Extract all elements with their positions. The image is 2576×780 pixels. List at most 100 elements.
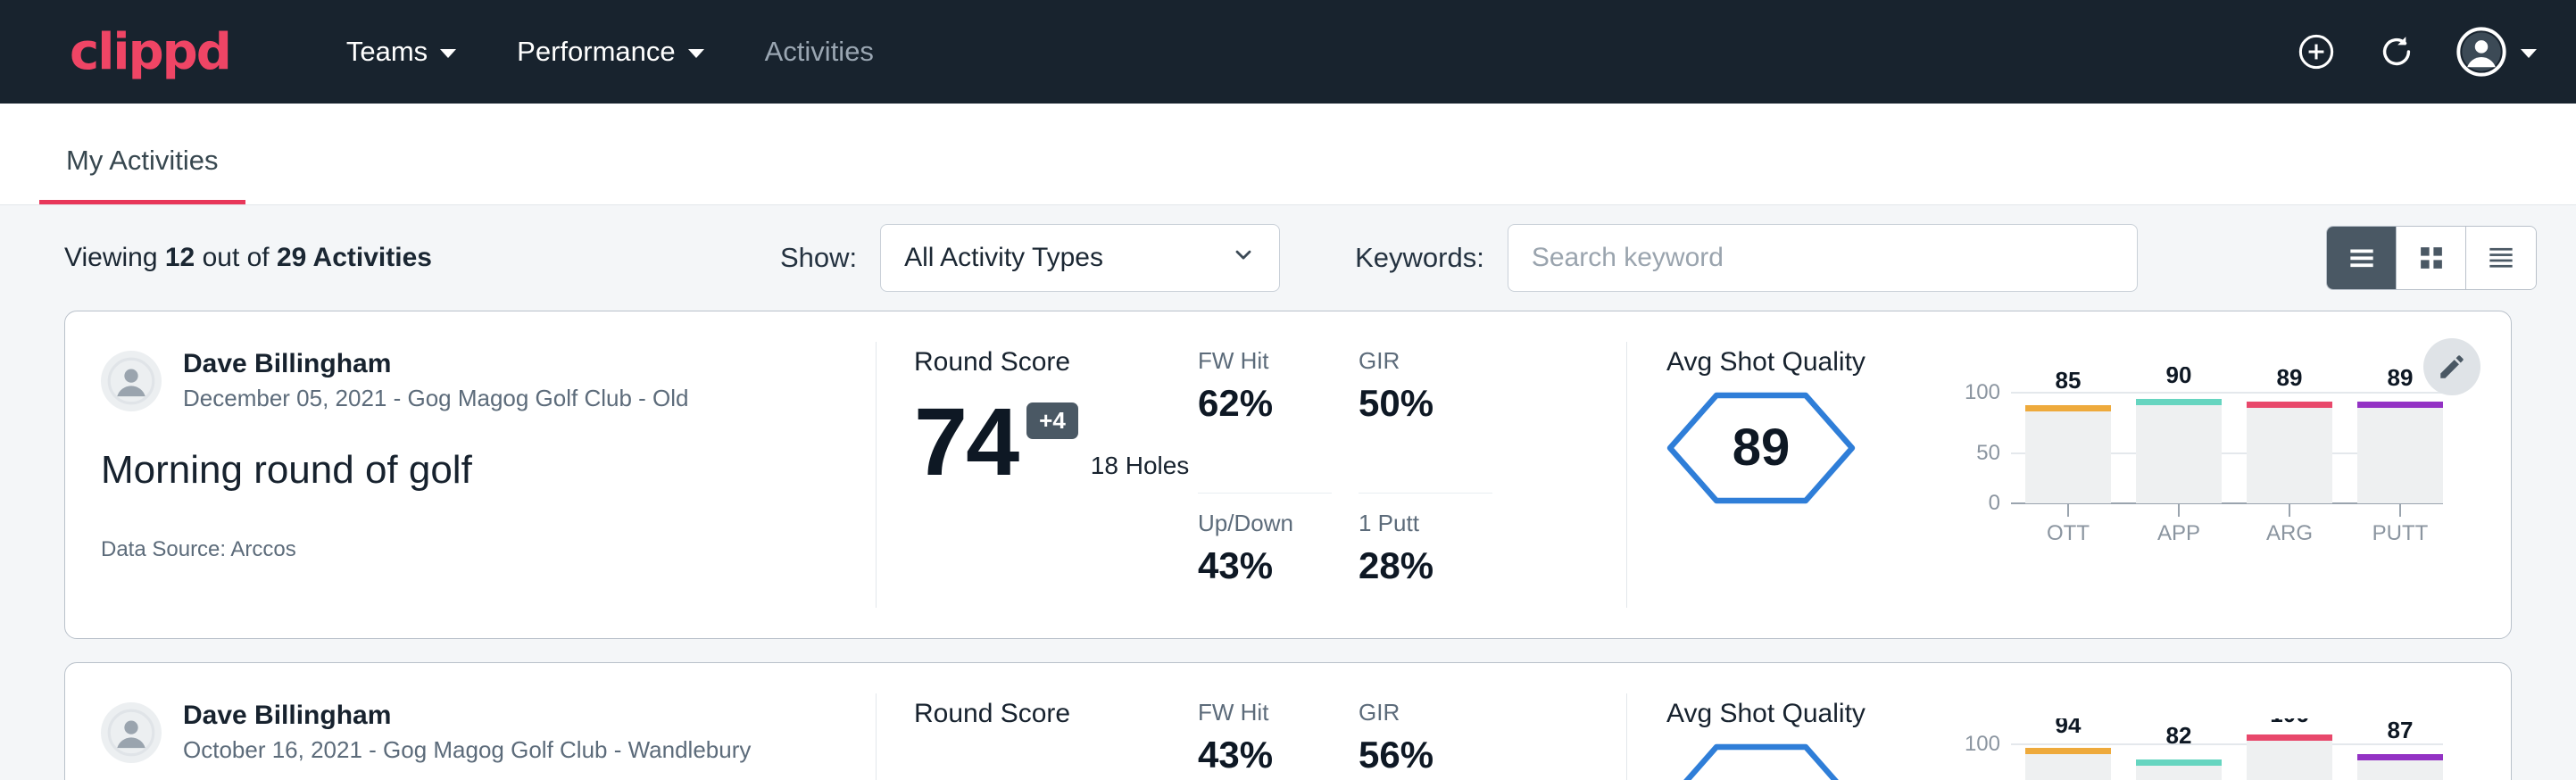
stat-value: 43% [1198, 734, 1332, 776]
nav-label-teams: Teams [346, 36, 428, 68]
nav-item-performance[interactable]: Performance [486, 25, 734, 79]
stat-value: 28% [1359, 544, 1492, 587]
viewing-count: 12 [165, 243, 195, 272]
stat-up-down: Up/Down 43% [1198, 510, 1332, 639]
view-mode-grid[interactable] [2397, 227, 2466, 289]
round-score-block: Round Score 74 +4 18 Holes [877, 311, 1198, 638]
player-name: Dave Billingham [183, 349, 689, 379]
bar-value-app: 82 [2166, 722, 2192, 749]
activity-summary: Dave Billingham October 16, 2021 - Gog M… [65, 663, 876, 780]
stat-value: 62% [1198, 382, 1332, 425]
person-icon [107, 357, 155, 405]
round-score-label: Round Score [914, 699, 1198, 729]
list-view-icon [2345, 241, 2379, 275]
activity-type-filter: Show: All Activity Types [780, 224, 1280, 292]
quality-hexagon-area: Avg Shot Quality [1666, 699, 1961, 780]
viewing-summary: Viewing 12 out of 29 Activities [64, 243, 432, 273]
activity-meta: October 16, 2021 - Gog Magog Golf Club -… [183, 736, 751, 764]
person-icon [107, 709, 155, 757]
stat-gir: GIR 50% [1359, 347, 1492, 494]
avatar [101, 351, 162, 411]
bar-value-arg: 89 [2277, 367, 2303, 391]
filter-bar: Viewing 12 out of 29 Activities Show: Al… [0, 205, 2576, 311]
compact-view-icon [2484, 241, 2518, 275]
y-tick-100: 100 [1965, 380, 2000, 404]
pencil-icon [2437, 352, 2467, 382]
stat-label: 1 Putt [1359, 510, 1492, 537]
stat-one-putt: 1 Putt 28% [1359, 510, 1492, 639]
stat-gir: GIR 56% [1359, 699, 1492, 780]
nav-item-activities[interactable]: Activities [735, 25, 904, 79]
x-label-arg: ARG [2266, 521, 2313, 545]
stats-grid: FW Hit 62% GIR 50% Up/Down 43% 1 Putt 28… [1198, 311, 1626, 638]
header-actions [2296, 27, 2537, 77]
view-mode-list[interactable] [2327, 227, 2397, 289]
stat-fw-hit: FW Hit 43% [1198, 699, 1332, 780]
chevron-down-icon [688, 49, 704, 58]
tab-my-activities[interactable]: My Activities [39, 145, 245, 204]
x-label-ott: OTT [2047, 521, 2090, 545]
tab-label: My Activities [66, 145, 219, 176]
stat-label: FW Hit [1198, 347, 1332, 375]
quality-hexagon [1666, 743, 1961, 780]
show-label: Show: [780, 242, 857, 274]
view-mode-compact[interactable] [2466, 227, 2536, 289]
y-tick-100: 100 [1965, 732, 2000, 756]
player-row: Dave Billingham December 05, 2021 - Gog … [101, 349, 840, 412]
quality-hexagon-area: Avg Shot Quality 89 [1666, 347, 1961, 638]
keywords-label: Keywords: [1355, 242, 1484, 274]
keyword-filter: Keywords: [1355, 224, 2138, 292]
bar-value-app: 90 [2166, 367, 2192, 388]
quality-value: 89 [1666, 392, 1856, 504]
viewing-prefix: Viewing [64, 243, 165, 272]
stat-value: 50% [1359, 382, 1492, 425]
quality-label: Avg Shot Quality [1666, 347, 1961, 378]
grid-view-icon [2414, 241, 2448, 275]
search-input[interactable] [1508, 224, 2138, 292]
holes-label: 18 Holes [1091, 452, 1190, 480]
edit-activity-button[interactable] [2423, 338, 2480, 395]
stat-value: 43% [1198, 544, 1332, 587]
chevron-down-icon [2521, 49, 2537, 58]
quality-label: Avg Shot Quality [1666, 699, 1961, 729]
round-score-label: Round Score [914, 347, 1198, 378]
clippd-logo[interactable]: clippd [70, 23, 230, 81]
stat-label: GIR [1359, 347, 1492, 375]
activity-type-select[interactable]: All Activity Types [880, 224, 1280, 292]
x-label-putt: PUTT [2372, 521, 2429, 545]
y-tick-0: 0 [1989, 491, 2000, 515]
account-menu[interactable] [2456, 27, 2537, 77]
plus-circle-icon[interactable] [2296, 31, 2337, 72]
viewing-total: 29 Activities [277, 243, 432, 272]
round-score-value: 74 [914, 397, 1018, 485]
shot-quality-chart: 100 50 0 85 OTT 90 APP [1961, 367, 2461, 638]
activity-list: Dave Billingham December 05, 2021 - Gog … [0, 311, 2576, 780]
activity-card[interactable]: Dave Billingham December 05, 2021 - Gog … [64, 311, 2512, 639]
account-avatar-icon [2456, 27, 2506, 77]
tab-bar: My Activities [0, 104, 2576, 205]
hexagon-icon [1666, 743, 1856, 780]
chevron-down-icon [440, 49, 456, 58]
stat-label: GIR [1359, 699, 1492, 726]
chevron-down-icon [1231, 242, 1256, 274]
round-score-block: Round Score [877, 663, 1198, 780]
shot-quality-block: Avg Shot Quality 89 100 50 0 [1627, 311, 2511, 638]
view-mode-toggle [2326, 226, 2537, 290]
stat-fw-hit: FW Hit 62% [1198, 347, 1332, 494]
nav-label-performance: Performance [517, 36, 675, 68]
bar-value-arg: 106 [2270, 718, 2308, 727]
nav-label-activities: Activities [765, 36, 874, 68]
player-row: Dave Billingham October 16, 2021 - Gog M… [101, 701, 840, 764]
stat-label: Up/Down [1198, 510, 1332, 537]
activity-card[interactable]: Dave Billingham October 16, 2021 - Gog M… [64, 662, 2512, 780]
bar-value-putt: 89 [2388, 367, 2414, 391]
nav-item-teams[interactable]: Teams [316, 25, 486, 79]
refresh-icon[interactable] [2376, 31, 2417, 72]
stat-value: 56% [1359, 734, 1492, 776]
shot-quality-block: Avg Shot Quality 100 50 0 [1627, 663, 2511, 780]
player-name: Dave Billingham [183, 701, 751, 731]
avatar [101, 702, 162, 763]
main-navigation: Teams Performance Activities [316, 25, 904, 79]
viewing-middle: out of [195, 243, 277, 272]
bar-value-ott: 85 [2056, 367, 2082, 394]
